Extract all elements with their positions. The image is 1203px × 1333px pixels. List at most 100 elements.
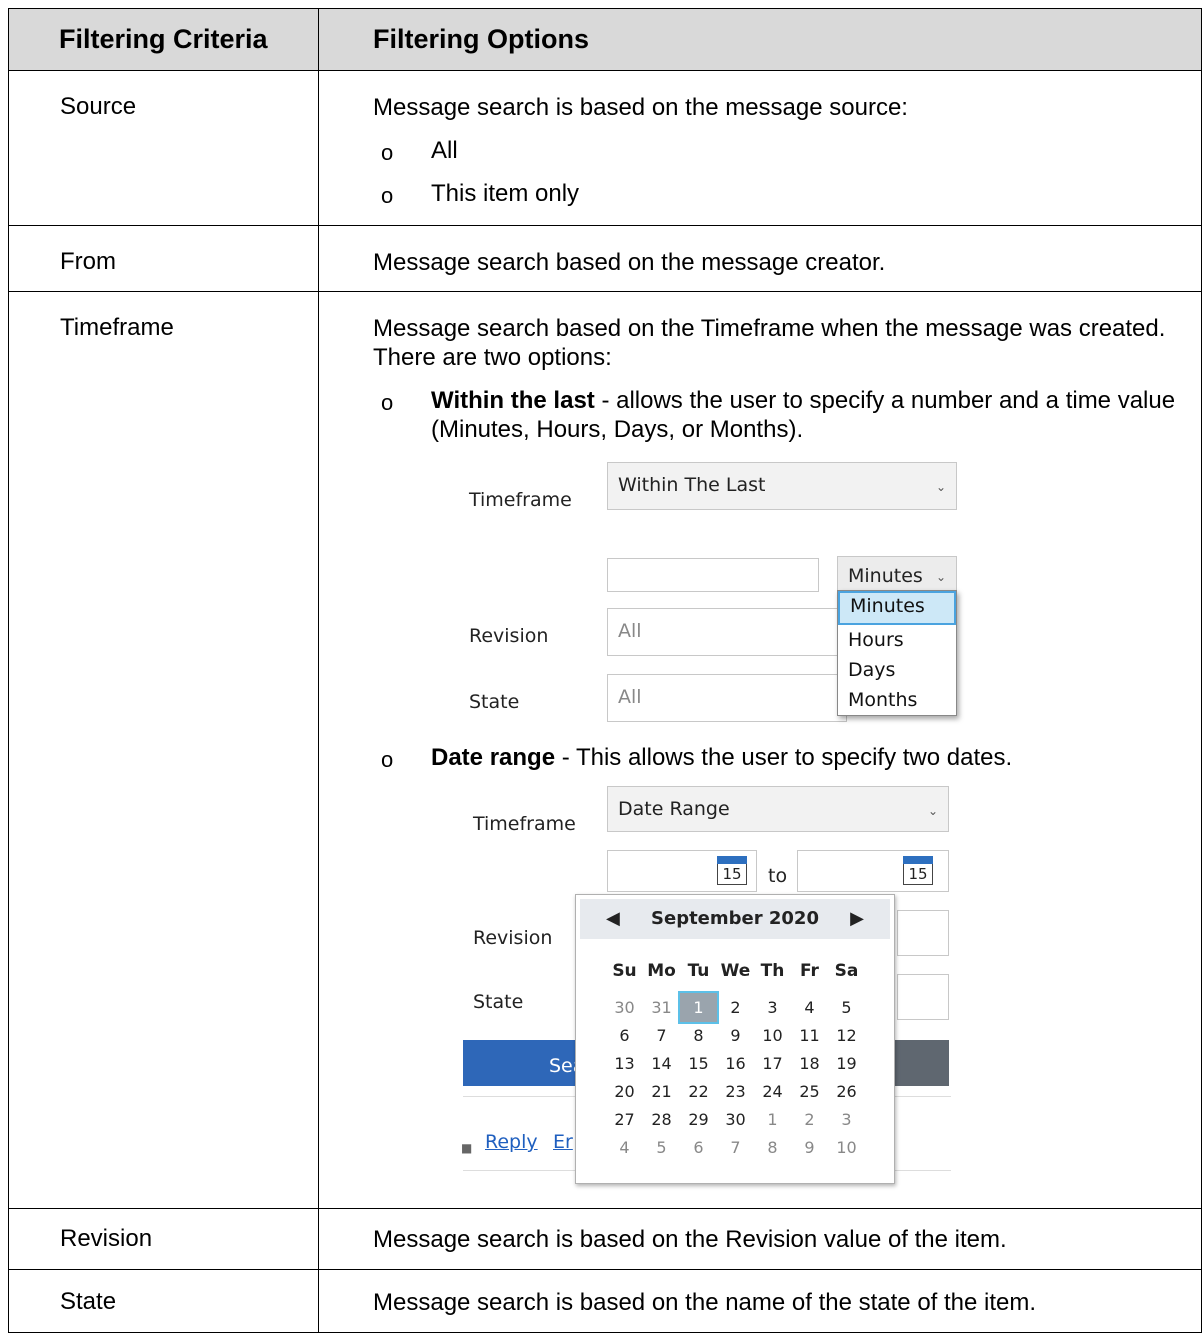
date-picker-calendar: ◀ September 2020 ▶ Su Mo Tu We Th Fr Sa 30 31 1 2…: [575, 894, 895, 1184]
calendar-day[interactable]: 6: [680, 1133, 717, 1162]
row-timeframe: Timeframe Message search based on the Ti…: [8, 291, 1202, 1209]
state-input[interactable]: [897, 974, 949, 1020]
calendar-day[interactable]: 24: [754, 1077, 791, 1106]
source-option-all: All: [431, 137, 458, 164]
calendar-day[interactable]: 30: [606, 993, 643, 1022]
date-range-screenshot: Timeframe Date Range ⌄ 15 to 15 Revision …: [461, 778, 1181, 1208]
unit-select[interactable]: Minutes ⌄: [837, 556, 957, 592]
calendar-month-title: September 2020: [651, 908, 819, 929]
calendar-day[interactable]: 7: [717, 1133, 754, 1162]
calendar-day-selected[interactable]: 1: [678, 991, 719, 1024]
timeframe-select[interactable]: Date Range ⌄: [607, 786, 949, 832]
header-criteria: Filtering Criteria: [8, 8, 319, 71]
calendar-day[interactable]: 14: [643, 1049, 680, 1078]
calendar-day[interactable]: 2: [717, 993, 754, 1022]
calendar-week: 20 21 22 23 24 25 26: [606, 1077, 865, 1106]
calendar-day[interactable]: 17: [754, 1049, 791, 1078]
timeframe-label: Timeframe: [473, 813, 576, 835]
calendar-day[interactable]: 11: [791, 1021, 828, 1050]
calendar-day[interactable]: 5: [643, 1133, 680, 1162]
calendar-day[interactable]: 2: [791, 1105, 828, 1134]
state-input[interactable]: All: [607, 674, 847, 722]
calendar-day[interactable]: 28: [643, 1105, 680, 1134]
revision-input[interactable]: [897, 910, 949, 956]
row-state: State Message search is based on the nam…: [8, 1269, 1202, 1333]
number-input[interactable]: [607, 558, 819, 592]
opt2-bold: Date range: [431, 744, 556, 771]
calendar-day[interactable]: 22: [680, 1077, 717, 1106]
clear-button[interactable]: [895, 1040, 949, 1086]
calendar-day[interactable]: 18: [791, 1049, 828, 1078]
timeframe-text: Message search based on the Timeframe wh…: [373, 315, 1166, 371]
calendar-day[interactable]: 9: [791, 1133, 828, 1162]
calendar-day[interactable]: 9: [717, 1021, 754, 1050]
calendar-day[interactable]: 8: [680, 1021, 717, 1050]
calendar-day[interactable]: 29: [680, 1105, 717, 1134]
calendar-day[interactable]: 16: [717, 1049, 754, 1078]
calendar-day[interactable]: 25: [791, 1077, 828, 1106]
revision-input[interactable]: All: [607, 608, 847, 656]
unit-option-hours[interactable]: Hours: [838, 625, 956, 655]
criteria-from: From: [60, 248, 116, 275]
calendar-week: 13 14 15 16 17 18 19: [606, 1049, 865, 1078]
calendar-day[interactable]: 15: [680, 1049, 717, 1078]
calendar-icon[interactable]: 15: [717, 856, 747, 886]
state-text: Message search is based on the name of t…: [373, 1289, 1037, 1316]
row-from: From Message search based on the message…: [8, 225, 1202, 292]
search-button[interactable]: Sea: [463, 1040, 584, 1086]
calendar-day[interactable]: 1: [754, 1105, 791, 1134]
reply-icon: ■: [461, 1141, 473, 1155]
calendar-day[interactable]: 13: [606, 1049, 643, 1078]
calendar-day[interactable]: 19: [828, 1049, 865, 1078]
row-revision: Revision Message search is based on the …: [8, 1208, 1202, 1270]
next-month-icon[interactable]: ▶: [850, 899, 864, 939]
reply-link[interactable]: Reply: [485, 1128, 538, 1157]
calendar-day[interactable]: 5: [828, 993, 865, 1022]
partial-link[interactable]: Er: [553, 1128, 573, 1157]
criteria-timeframe: Timeframe: [60, 314, 174, 341]
header-row: Filtering Criteria Filtering Options: [8, 8, 1202, 71]
timeframe-label: Timeframe: [469, 489, 572, 511]
calendar-day[interactable]: 10: [828, 1133, 865, 1162]
opt1-bold: Within the last: [431, 387, 595, 414]
calendar-day[interactable]: 3: [754, 993, 791, 1022]
source-option-item: This item only: [431, 180, 580, 207]
calendar-day[interactable]: 30: [717, 1105, 754, 1134]
calendar-day[interactable]: 6: [606, 1021, 643, 1050]
revision-text: Message search is based on the Revision …: [373, 1226, 1007, 1253]
row-source: Source Message search is based on the me…: [8, 70, 1202, 226]
unit-option-months[interactable]: Months: [838, 685, 956, 715]
unit-dropdown-list: Minutes Hours Days Months: [837, 590, 957, 716]
calendar-day[interactable]: 3: [828, 1105, 865, 1134]
calendar-day[interactable]: 26: [828, 1077, 865, 1106]
previous-month-icon[interactable]: ◀: [606, 899, 620, 939]
calendar-day[interactable]: 8: [754, 1133, 791, 1162]
calendar-day[interactable]: 20: [606, 1077, 643, 1106]
calendar-week: 27 28 29 30 1 2 3: [606, 1105, 865, 1134]
chevron-down-icon: ⌄: [927, 804, 938, 818]
calendar-week: 6 7 8 9 10 11 12: [606, 1021, 865, 1050]
header-options: Filtering Options: [318, 8, 1202, 71]
state-label: State: [473, 991, 524, 1013]
unit-option-days[interactable]: Days: [838, 655, 956, 685]
calendar-day[interactable]: 10: [754, 1021, 791, 1050]
timeframe-select[interactable]: Within The Last ⌄: [607, 462, 957, 510]
chevron-down-icon: ⌄: [935, 570, 946, 584]
calendar-day[interactable]: 12: [828, 1021, 865, 1050]
calendar-day[interactable]: 31: [643, 993, 680, 1022]
calendar-day[interactable]: 27: [606, 1105, 643, 1134]
within-last-screenshot: Timeframe Within The Last ⌄ Minutes ⌄ Revi…: [469, 448, 1181, 733]
calendar-day[interactable]: 23: [717, 1077, 754, 1106]
calendar-day[interactable]: 4: [606, 1133, 643, 1162]
chevron-down-icon: ⌄: [935, 480, 946, 494]
unit-option-minutes[interactable]: Minutes: [838, 591, 956, 625]
calendar-day[interactable]: 4: [791, 993, 828, 1022]
filter-table: Filtering Criteria Filtering Options Sou…: [8, 8, 1202, 1333]
day-of-week-row: Su Mo Tu We Th Fr Sa: [612, 961, 859, 981]
state-label: State: [469, 691, 520, 713]
calendar-day[interactable]: 21: [643, 1077, 680, 1106]
calendar-week: 4 5 6 7 8 9 10: [606, 1133, 865, 1162]
calendar-icon[interactable]: 15: [903, 856, 933, 886]
calendar-day[interactable]: 7: [643, 1021, 680, 1050]
criteria-source: Source: [60, 93, 137, 120]
